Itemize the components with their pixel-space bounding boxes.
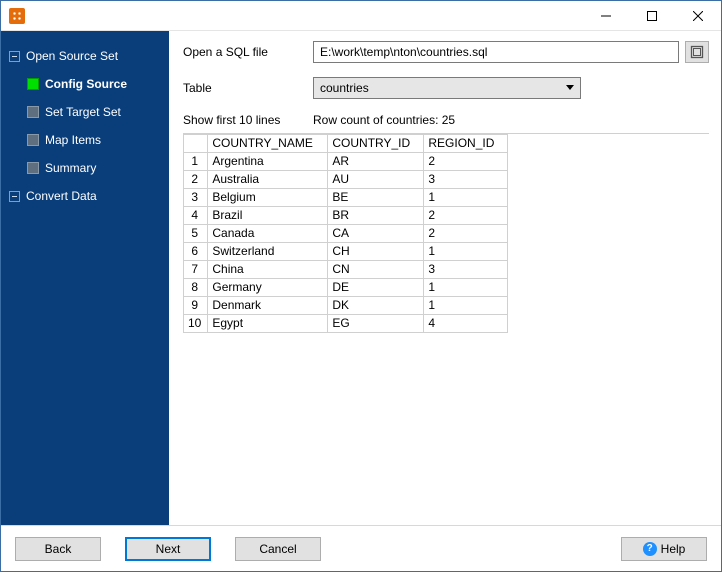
row-number[interactable]: 1 xyxy=(184,153,208,171)
cell[interactable]: EG xyxy=(328,315,424,333)
app-window: Open Source Set Config Source Set Target… xyxy=(0,0,722,572)
maximize-button[interactable] xyxy=(629,1,675,31)
table-row[interactable]: 5CanadaCA2 xyxy=(184,225,508,243)
cell[interactable]: Argentina xyxy=(208,153,328,171)
sidebar-item-label: Config Source xyxy=(45,77,127,91)
cell[interactable]: Australia xyxy=(208,171,328,189)
show-lines-label: Show first 10 lines xyxy=(183,113,313,127)
cell[interactable]: 1 xyxy=(424,243,508,261)
row-number[interactable]: 7 xyxy=(184,261,208,279)
next-button[interactable]: Next xyxy=(125,537,211,561)
cell[interactable]: AR xyxy=(328,153,424,171)
row-count-label: Row count of countries: 25 xyxy=(313,113,455,127)
cell[interactable]: 2 xyxy=(424,225,508,243)
table-row[interactable]: 10EgyptEG4 xyxy=(184,315,508,333)
cell[interactable]: 1 xyxy=(424,297,508,315)
cell[interactable]: AU xyxy=(328,171,424,189)
app-icon xyxy=(9,8,25,24)
table-select-value: countries xyxy=(320,81,369,95)
sidebar-item-map-items[interactable]: Map Items xyxy=(1,129,169,151)
help-icon: ? xyxy=(643,542,657,556)
tree-expander-icon[interactable] xyxy=(9,191,20,202)
cell[interactable]: Belgium xyxy=(208,189,328,207)
cell[interactable]: Egypt xyxy=(208,315,328,333)
table-row[interactable]: 9DenmarkDK1 xyxy=(184,297,508,315)
table-row[interactable]: 4BrazilBR2 xyxy=(184,207,508,225)
row-number[interactable]: 6 xyxy=(184,243,208,261)
row-number[interactable]: 8 xyxy=(184,279,208,297)
sidebar-item-label: Summary xyxy=(45,161,96,175)
sidebar-item-summary[interactable]: Summary xyxy=(1,157,169,179)
minimize-button[interactable] xyxy=(583,1,629,31)
folder-open-icon xyxy=(690,45,704,59)
table-row[interactable]: 7ChinaCN3 xyxy=(184,261,508,279)
row-number[interactable]: 5 xyxy=(184,225,208,243)
cell[interactable]: Brazil xyxy=(208,207,328,225)
cell[interactable]: China xyxy=(208,261,328,279)
cell[interactable]: Switzerland xyxy=(208,243,328,261)
sidebar-item-label: Open Source Set xyxy=(26,49,118,63)
cell[interactable]: CA xyxy=(328,225,424,243)
help-button-label: Help xyxy=(661,542,686,556)
cell[interactable]: 1 xyxy=(424,189,508,207)
cell[interactable]: 2 xyxy=(424,207,508,225)
row-number[interactable]: 2 xyxy=(184,171,208,189)
row-number[interactable]: 9 xyxy=(184,297,208,315)
help-button[interactable]: ? Help xyxy=(621,537,707,561)
sidebar-item-config-source[interactable]: Config Source xyxy=(1,73,169,95)
preview-grid[interactable]: COUNTRY_NAME COUNTRY_ID REGION_ID 1Argen… xyxy=(183,133,709,517)
close-button[interactable] xyxy=(675,1,721,31)
table-row[interactable]: 1ArgentinaAR2 xyxy=(184,153,508,171)
cell[interactable]: BE xyxy=(328,189,424,207)
step-marker-icon xyxy=(27,106,39,118)
row-number[interactable]: 10 xyxy=(184,315,208,333)
sidebar-item-convert-data[interactable]: Convert Data xyxy=(1,185,169,207)
sidebar-item-label: Map Items xyxy=(45,133,101,147)
column-header[interactable]: REGION_ID xyxy=(424,135,508,153)
sidebar-item-open-source-set[interactable]: Open Source Set xyxy=(1,45,169,67)
browse-button[interactable] xyxy=(685,41,709,63)
cancel-button[interactable]: Cancel xyxy=(235,537,321,561)
sidebar-item-label: Set Target Set xyxy=(45,105,121,119)
step-marker-icon xyxy=(27,134,39,146)
cell[interactable]: 2 xyxy=(424,153,508,171)
cell[interactable]: CN xyxy=(328,261,424,279)
cell[interactable]: Germany xyxy=(208,279,328,297)
table-row[interactable]: 2AustraliaAU3 xyxy=(184,171,508,189)
cell[interactable]: DK xyxy=(328,297,424,315)
table-label: Table xyxy=(183,81,313,95)
cell[interactable]: Canada xyxy=(208,225,328,243)
table-select[interactable]: countries xyxy=(313,77,581,99)
step-marker-icon xyxy=(27,78,39,90)
cell[interactable]: 4 xyxy=(424,315,508,333)
open-file-label: Open a SQL file xyxy=(183,45,313,59)
back-button[interactable]: Back xyxy=(15,537,101,561)
row-number[interactable]: 3 xyxy=(184,189,208,207)
table-row[interactable]: 3BelgiumBE1 xyxy=(184,189,508,207)
column-header[interactable]: COUNTRY_ID xyxy=(328,135,424,153)
column-header[interactable]: COUNTRY_NAME xyxy=(208,135,328,153)
sidebar-item-set-target-set[interactable]: Set Target Set xyxy=(1,101,169,123)
wizard-footer: Back Next Cancel ? Help xyxy=(1,525,721,571)
cell[interactable]: 1 xyxy=(424,279,508,297)
wizard-sidebar: Open Source Set Config Source Set Target… xyxy=(1,31,169,525)
table-row[interactable]: 8GermanyDE1 xyxy=(184,279,508,297)
titlebar xyxy=(1,1,721,31)
step-marker-icon xyxy=(27,162,39,174)
tree-expander-icon[interactable] xyxy=(9,51,20,62)
table-row[interactable]: 6SwitzerlandCH1 xyxy=(184,243,508,261)
cell[interactable]: BR xyxy=(328,207,424,225)
row-number[interactable]: 4 xyxy=(184,207,208,225)
sql-file-input[interactable] xyxy=(313,41,679,63)
main-panel: Open a SQL file Table countries Show fir xyxy=(169,31,721,525)
cell[interactable]: CH xyxy=(328,243,424,261)
cell[interactable]: DE xyxy=(328,279,424,297)
cell[interactable]: 3 xyxy=(424,171,508,189)
grid-corner[interactable] xyxy=(184,135,208,153)
sidebar-item-label: Convert Data xyxy=(26,189,97,203)
chevron-down-icon xyxy=(566,85,574,90)
cell[interactable]: Denmark xyxy=(208,297,328,315)
cell[interactable]: 3 xyxy=(424,261,508,279)
